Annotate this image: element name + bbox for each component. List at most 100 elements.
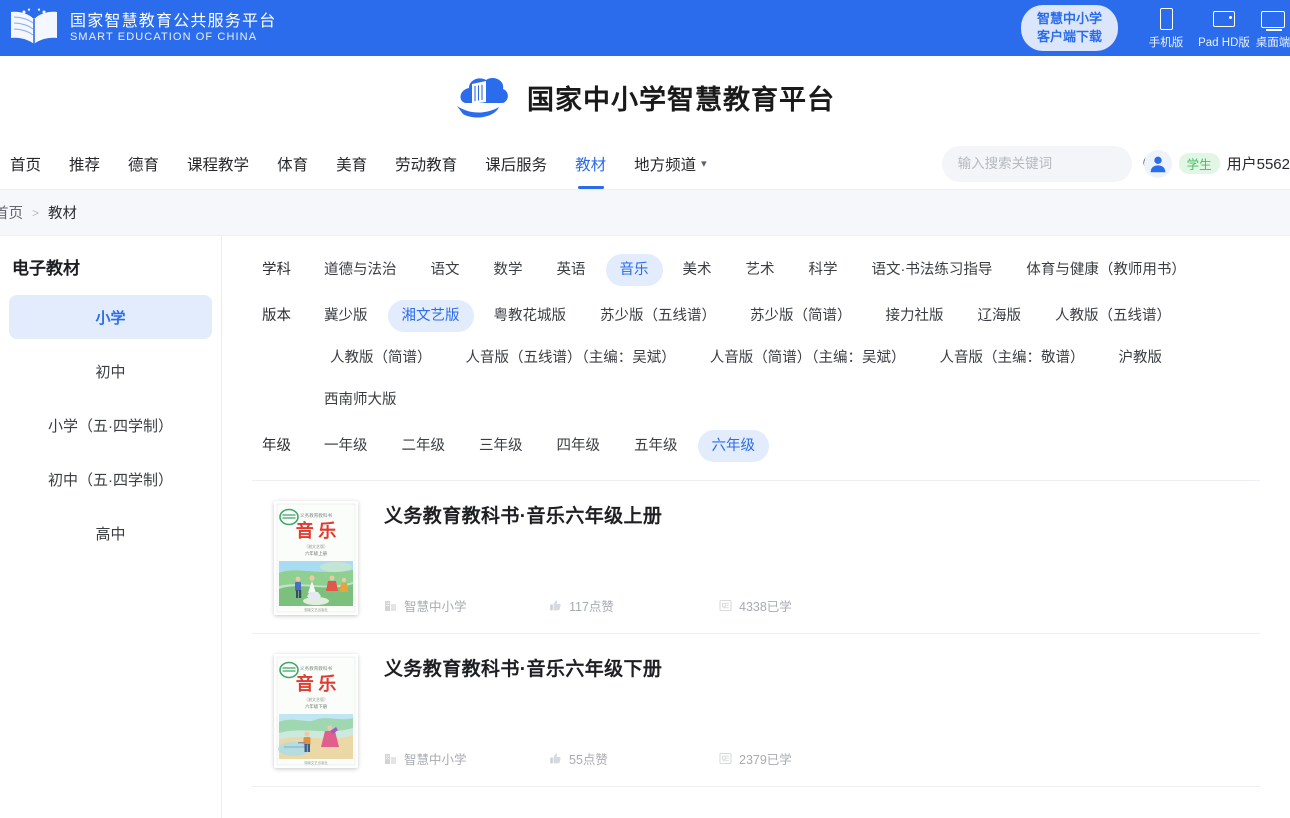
chip-grade-5[interactable]: 六年级 [698,430,770,462]
chip-grade-2[interactable]: 三年级 [465,430,537,462]
client-item-pad[interactable]: Pad HD版 [1198,6,1250,50]
book-cover-image: 义务教育教科书 音 乐 （湘文艺版） 六年级上册 [274,501,358,615]
table-row[interactable]: 义务教育教科书 音 乐 （湘文艺版） 六年级上册 [252,481,1260,634]
chip-subject-1[interactable]: 语文 [417,254,474,286]
nav-item-aesthetics[interactable]: 美育 [322,138,381,189]
chip-subject-3[interactable]: 英语 [543,254,600,286]
nav-links: 首页 推荐 德育 课程教学 体育 美育 劳动教育 课后服务 教材 地方频道 ▾ [0,138,721,189]
nav-item-labor[interactable]: 劳动教育 [381,138,471,189]
svg-text:六年级下册: 六年级下册 [305,703,328,710]
nav-label-moral: 德育 [128,153,159,175]
sidebar-item-primary[interactable]: 小学 [9,295,212,339]
nav-item-sports[interactable]: 体育 [263,138,322,189]
svg-text:湖南文艺出版社: 湖南文艺出版社 [304,607,328,612]
svg-text:（湘文艺版）: （湘文艺版） [304,696,328,702]
chip-version-8[interactable]: 人教版（简谱） [316,342,446,374]
chip-subject-4[interactable]: 音乐 [606,254,663,286]
chip-grade-4[interactable]: 五年级 [620,430,692,462]
chip-version-3[interactable]: 苏少版（五线谱） [586,300,730,332]
nav-label-labor: 劳动教育 [395,153,457,175]
avatar[interactable] [1144,150,1172,178]
brand-title-cn: 国家智慧教育公共服务平台 [70,13,276,31]
chip-grade-3[interactable]: 四年级 [543,430,615,462]
chip-version-7[interactable]: 人教版（五线谱） [1041,300,1185,332]
book-info-volume-1: 义务教育教科书·音乐六年级上册 智慧中小学 [384,501,1254,615]
thumbs-up-icon [549,752,562,765]
chip-version-10[interactable]: 人音版（简谱）（主编：吴斌） [696,342,920,374]
chip-version-0[interactable]: 冀少版 [310,300,382,332]
client-download-button[interactable]: 智慧中小学 客户端下载 [1021,5,1118,50]
breadcrumb-current: 教材 [48,202,77,223]
nav-item-curriculum[interactable]: 课程教学 [173,138,263,189]
filter-label-version: 版本 [252,300,310,332]
nav-item-local-channel[interactable]: 地方频道 ▾ [620,138,721,189]
meta-learned-label: 2379已学 [739,749,792,768]
user-avatar-icon [1147,153,1169,175]
nav-label-textbooks: 教材 [575,153,606,175]
meta-likes: 117点赞 [549,596,719,615]
chip-subject-8[interactable]: 语文·书法练习指导 [858,254,1007,286]
book-title[interactable]: 义务教育教科书·音乐六年级上册 [384,501,1254,528]
filter-chips-version: 冀少版 湘文艺版 粤教花城版 苏少版（五线谱） 苏少版（简谱） 接力社版 辽海版… [310,300,1260,426]
client-item-desktop[interactable]: 桌面端 [1256,6,1290,50]
chip-subject-5[interactable]: 美术 [669,254,726,286]
chip-grade-1[interactable]: 二年级 [388,430,460,462]
book-title[interactable]: 义务教育教科书·音乐六年级下册 [384,654,1254,681]
platform-logo-group[interactable]: 国家中小学智慧教育平台 [455,74,835,120]
sidebar-item-senior[interactable]: 高中 [9,511,212,555]
topbar-right: 智慧中小学 客户端下载 手机版 Pad HD版 桌面端 [1021,5,1290,50]
nav-label-aesthetics: 美育 [336,153,367,175]
book-info-volume-2: 义务教育教科书·音乐六年级下册 智慧中小学 [384,654,1254,768]
site-brand[interactable]: 国家智慧教育公共服务平台 SMART EDUCATION OF CHINA [8,8,276,48]
sidebar-label-junior: 初中 [95,361,125,382]
filter-chips-grade: 一年级 二年级 三年级 四年级 五年级 六年级 [310,430,1260,472]
search-box[interactable] [942,146,1132,182]
nav-item-home[interactable]: 首页 [0,138,55,189]
chip-subject-7[interactable]: 科学 [795,254,852,286]
nav-label-recommend: 推荐 [69,153,100,175]
chip-version-4[interactable]: 苏少版（简谱） [736,300,866,332]
chip-subject-0[interactable]: 道德与法治 [310,254,411,286]
chip-version-12[interactable]: 沪教版 [1105,342,1177,374]
study-icon [719,752,732,765]
sidebar-item-junior-54[interactable]: 初中（五·四学制） [9,457,212,501]
meta-learned-label: 4338已学 [739,596,792,615]
table-row[interactable]: 义务教育教科书 音 乐 （湘文艺版） 六年级下册 [252,634,1260,787]
user-block[interactable]: 学生 用户5562 [1144,150,1290,178]
chip-version-11[interactable]: 人音版（主编：敬谱） [926,342,1099,374]
open-book-star-logo [8,8,60,48]
chip-version-2[interactable]: 粤教花城版 [480,300,581,332]
brand-text: 国家智慧教育公共服务平台 SMART EDUCATION OF CHINA [70,13,276,43]
textbook-list: 义务教育教科书 音 乐 （湘文艺版） 六年级上册 [252,481,1260,787]
book-cover-volume-1[interactable]: 义务教育教科书 音 乐 （湘文艺版） 六年级上册 [274,501,358,615]
svg-text:音 乐: 音 乐 [296,520,337,541]
svg-text:音 乐: 音 乐 [296,673,337,694]
filter-label-subject: 学科 [252,254,310,286]
chip-subject-9[interactable]: 体育与健康（教师用书） [1012,254,1200,286]
chip-subject-2[interactable]: 数学 [480,254,537,286]
chip-version-13[interactable]: 西南师大版 [310,384,411,416]
meta-learned: 2379已学 [719,749,792,768]
client-item-mobile[interactable]: 手机版 [1140,6,1192,50]
chip-version-6[interactable]: 辽海版 [964,300,1036,332]
filter-row-grade: 年级 一年级 二年级 三年级 四年级 五年级 六年级 [252,430,1260,472]
chip-subject-6[interactable]: 艺术 [732,254,789,286]
building-icon [384,599,397,612]
breadcrumb-home[interactable]: 首页 [0,202,23,223]
chip-grade-0[interactable]: 一年级 [310,430,382,462]
nav-item-recommend[interactable]: 推荐 [55,138,114,189]
chip-version-5[interactable]: 接力社版 [872,300,958,332]
nav-item-afterschool[interactable]: 课后服务 [471,138,561,189]
sidebar-item-primary-54[interactable]: 小学（五·四学制） [9,403,212,447]
nav-item-textbooks[interactable]: 教材 [561,138,620,189]
chip-version-9[interactable]: 人音版（五线谱）（主编：吴斌） [452,342,690,374]
nav-label-home: 首页 [10,153,41,175]
meta-publisher: 智慧中小学 [384,596,549,615]
book-cover-volume-2[interactable]: 义务教育教科书 音 乐 （湘文艺版） 六年级下册 [274,654,358,768]
sidebar-item-junior[interactable]: 初中 [9,349,212,393]
nav-item-moral[interactable]: 德育 [114,138,173,189]
chip-version-1[interactable]: 湘文艺版 [388,300,474,332]
meta-learned: 4338已学 [719,596,792,615]
svg-text:六年级上册: 六年级上册 [305,550,328,557]
search-input[interactable] [958,156,1135,171]
